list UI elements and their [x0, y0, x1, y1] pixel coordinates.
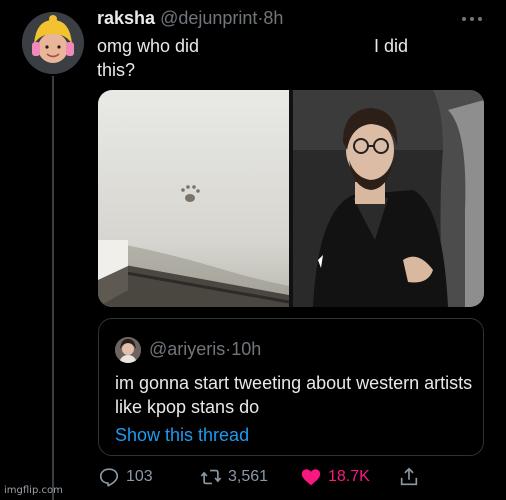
share-button[interactable] — [398, 462, 426, 492]
tweet-text-right: I did — [374, 36, 409, 56]
handle[interactable]: @dejunprint — [160, 8, 257, 28]
quoted-avatar[interactable] — [115, 337, 141, 363]
retweet-count: 3,561 — [228, 468, 269, 485]
tweet-text-line2: this? — [97, 60, 136, 80]
like-button[interactable]: 18.7K — [300, 462, 370, 492]
action-bar: 103 3,561 18.7K — [0, 462, 506, 492]
quoted-handle[interactable]: @ariyeris — [149, 339, 225, 359]
quoted-header: @ariyeris·10h — [149, 339, 261, 360]
timestamp[interactable]: 8h — [263, 8, 283, 28]
quoted-text: im gonna start tweeting about western ar… — [115, 373, 473, 417]
tweet-text-line1: omg who did — [97, 36, 200, 56]
retweet-icon — [200, 469, 222, 485]
thread-line — [52, 76, 54, 500]
tweet-header: raksha @dejunprint·8h — [97, 8, 283, 29]
quoted-timestamp[interactable]: 10h — [231, 339, 261, 359]
more-icon[interactable] — [460, 8, 484, 29]
media-image-person[interactable] — [293, 90, 484, 307]
like-count: 18.7K — [328, 468, 370, 485]
quoted-tweet[interactable]: @ariyeris·10h im gonna start tweeting ab… — [98, 318, 484, 456]
reply-count: 103 — [126, 468, 153, 485]
reply-button[interactable]: 103 — [98, 462, 153, 492]
tweet-media[interactable] — [98, 90, 484, 307]
show-thread-link[interactable]: Show this thread — [115, 425, 249, 446]
media-image-paw-print[interactable] — [98, 90, 290, 307]
reply-icon — [99, 468, 119, 487]
watermark: imgflip.com — [4, 485, 63, 496]
tweet-text: omg who did this? — [97, 34, 199, 82]
heart-icon — [301, 469, 321, 486]
retweet-button[interactable]: 3,561 — [200, 462, 268, 492]
display-name[interactable]: raksha — [97, 8, 155, 28]
avatar[interactable] — [22, 12, 84, 74]
share-icon — [400, 467, 418, 486]
